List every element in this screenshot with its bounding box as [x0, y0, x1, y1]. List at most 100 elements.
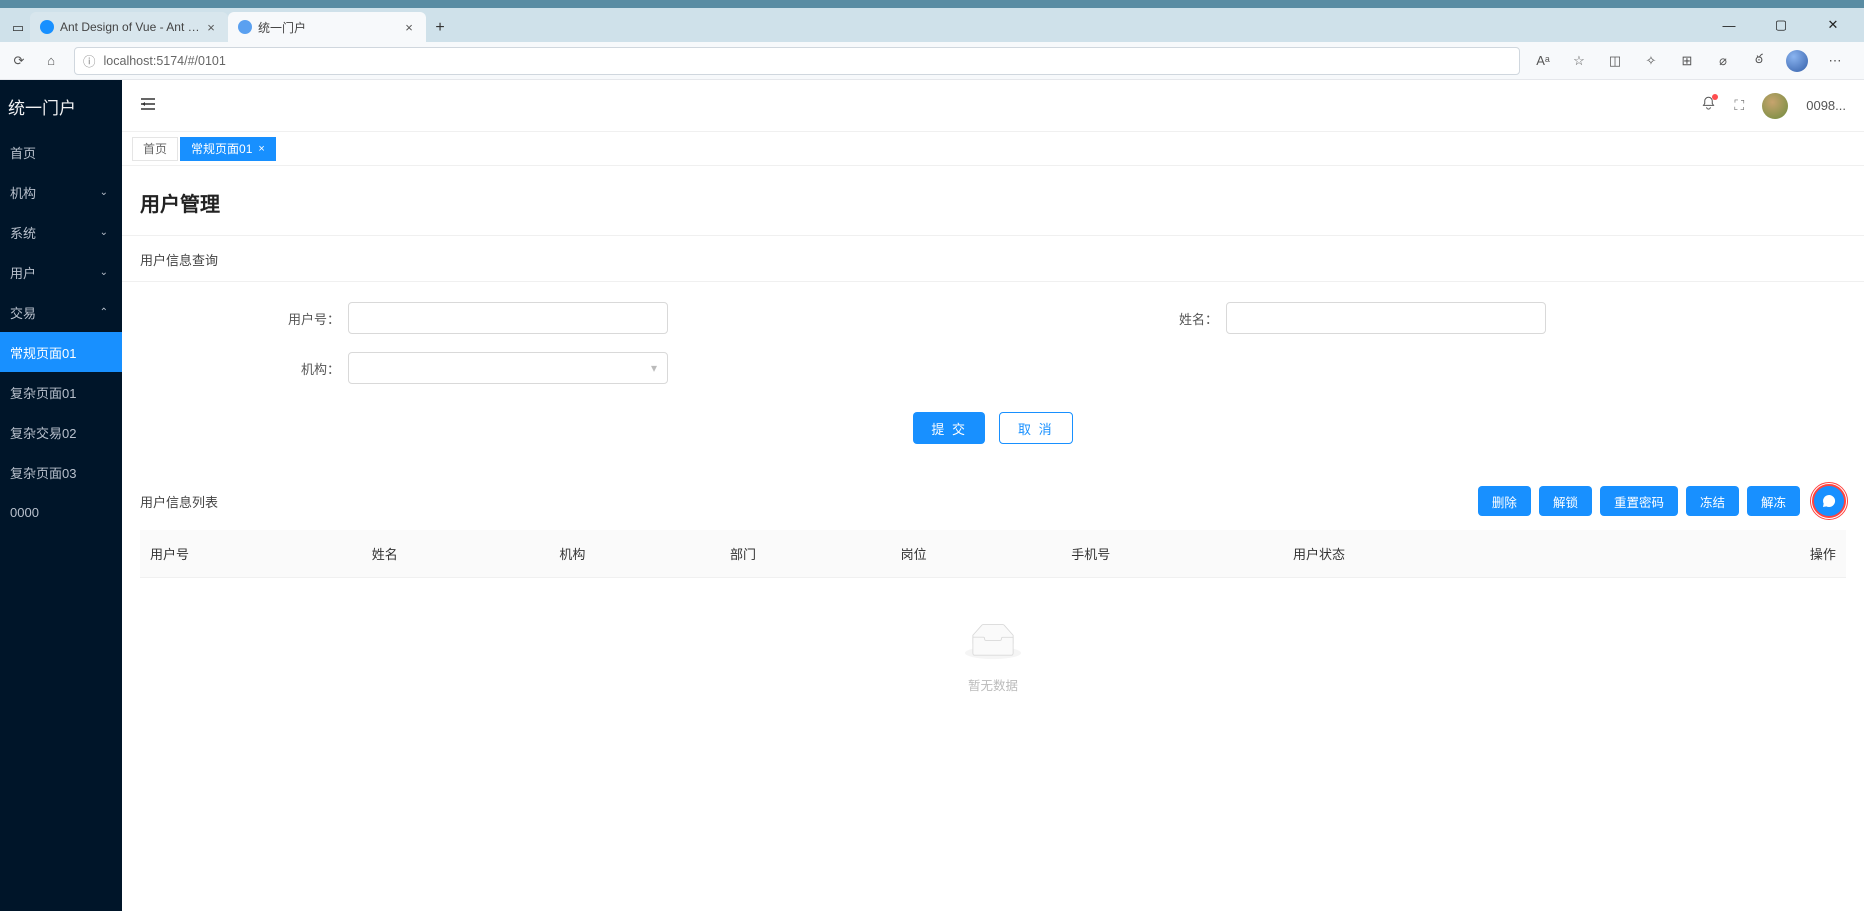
sidebar-item[interactable]: 复杂页面01: [0, 372, 122, 412]
sidebar-item[interactable]: 常规页面01: [0, 332, 122, 372]
chevron-down-icon: ⌄: [100, 187, 108, 198]
profile-avatar-icon[interactable]: [1786, 50, 1808, 72]
browser-toolbar-right: Aᵃ ☆ ◫ ✧ ⊞ ⌀ ఠ ⋯: [1534, 50, 1854, 72]
split-screen-icon[interactable]: ◫: [1606, 53, 1624, 69]
favorites-bar-icon[interactable]: ✧: [1642, 53, 1660, 69]
sidebar-item-label: 0000: [10, 505, 39, 520]
url-text: localhost:5174/#/0101: [104, 54, 226, 68]
sidebar-item[interactable]: 首页: [0, 132, 122, 172]
page-tab-label: 常规页面01: [191, 140, 252, 157]
tab-close-icon[interactable]: ×: [204, 20, 218, 35]
sidebar-item[interactable]: 系统⌄: [0, 212, 122, 252]
browser-tab-inactive[interactable]: Ant Design of Vue - Ant Design ×: [30, 12, 228, 42]
empty-icon: [965, 622, 1021, 662]
refresh-icon[interactable]: ⟳: [10, 53, 28, 69]
collections-icon[interactable]: ⊞: [1678, 53, 1696, 69]
table-empty-state: 暂无数据: [140, 578, 1846, 734]
sidebar-item-label: 复杂交易02: [10, 423, 76, 442]
read-aloud-icon[interactable]: Aᵃ: [1534, 53, 1552, 68]
browser-tools-icon[interactable]: ⌀: [1714, 53, 1732, 69]
reset-password-button[interactable]: 重置密码: [1600, 486, 1678, 516]
table-column-header: 岗位: [891, 530, 1062, 577]
name-input[interactable]: [1226, 302, 1546, 334]
sidebar-item[interactable]: 复杂交易02: [0, 412, 122, 452]
table-column-header: 部门: [720, 530, 891, 577]
sidebar: 统一门户 首页机构⌄系统⌄用户⌄交易⌃常规页面01复杂页面01复杂交易02复杂页…: [0, 80, 122, 911]
float-action-button[interactable]: [1812, 484, 1846, 518]
user-no-input[interactable]: [348, 302, 668, 334]
list-section-title: 用户信息列表: [140, 492, 218, 511]
chevron-down-icon: ⌄: [100, 267, 108, 278]
sidebar-item[interactable]: 0000: [0, 492, 122, 532]
url-input[interactable]: ⓘ localhost:5174/#/0101: [74, 47, 1520, 75]
sidebar-menu: 首页机构⌄系统⌄用户⌄交易⌃常规页面01复杂页面01复杂交易02复杂页面0300…: [0, 132, 122, 532]
content: 用户管理 用户信息查询 用户号： 姓名： 机构：: [122, 166, 1864, 911]
sidebar-item-label: 首页: [10, 143, 36, 162]
favicon-icon: [238, 20, 252, 34]
notification-bell-icon[interactable]: [1701, 96, 1716, 115]
chevron-down-icon: ⌄: [100, 227, 108, 238]
name-label: 姓名：: [1118, 309, 1226, 328]
cancel-button[interactable]: 取 消: [999, 412, 1073, 444]
table-column-header: 姓名: [362, 530, 550, 577]
sidebar-item[interactable]: 用户 ⌄: [0, 252, 122, 292]
new-tab-button[interactable]: +: [426, 14, 454, 42]
freeze-button[interactable]: 冻结: [1686, 486, 1739, 516]
username-label[interactable]: 0098...: [1806, 98, 1846, 113]
org-select[interactable]: ▾: [348, 352, 668, 384]
sidebar-item-label: 交易: [10, 303, 36, 322]
table-column-header: 机构: [549, 530, 720, 577]
topbar: ⛶ 0098...: [122, 80, 1864, 132]
tab-close-icon[interactable]: ×: [402, 20, 416, 35]
user-no-label: 用户号：: [240, 309, 348, 328]
maximize-icon[interactable]: ▢: [1764, 17, 1798, 33]
sidebar-item-label: 机构: [10, 183, 36, 202]
unlock-button[interactable]: 解锁: [1539, 486, 1592, 516]
query-form: 用户号： 姓名： 机构： ▾: [122, 282, 1864, 472]
fullscreen-icon[interactable]: ⛶: [1734, 97, 1744, 114]
browser-tab-active[interactable]: 统一门户 ×: [228, 12, 426, 42]
favicon-icon: [40, 20, 54, 34]
submit-button[interactable]: 提 交: [913, 412, 985, 444]
user-avatar-icon[interactable]: [1762, 93, 1788, 119]
page-tabs: 首页 常规页面01 ×: [122, 132, 1864, 166]
page-tab-label: 首页: [143, 140, 167, 157]
form-actions: 提 交 取 消: [140, 402, 1846, 466]
unfreeze-button[interactable]: 解冻: [1747, 486, 1800, 516]
sidebar-item[interactable]: 机构 ⌄: [0, 172, 122, 212]
table-column-header: 用户状态: [1283, 530, 1658, 577]
site-info-icon[interactable]: ⓘ: [83, 51, 96, 70]
org-label: 机构：: [240, 359, 348, 378]
table-column-header: 用户号: [140, 530, 362, 577]
table-column-header: 操作: [1658, 530, 1846, 577]
sidebar-item[interactable]: 交易 ⌃: [0, 292, 122, 332]
home-icon[interactable]: ⌂: [42, 53, 60, 68]
app-container: 统一门户 首页机构⌄系统⌄用户⌄交易⌃常规页面01复杂页面01复杂交易02复杂页…: [0, 80, 1864, 911]
table: 用户号姓名机构部门岗位手机号用户状态操作 暂无数据: [122, 530, 1864, 752]
window-controls: ― ▢ ✕: [1698, 8, 1864, 42]
more-icon[interactable]: ⋯: [1826, 53, 1844, 69]
chevron-down-icon: ▾: [651, 361, 657, 375]
tab-close-icon[interactable]: ×: [258, 143, 264, 155]
page-title: 用户管理: [122, 166, 1864, 236]
chat-icon: [1821, 493, 1837, 509]
page-tab-home[interactable]: 首页: [132, 137, 178, 161]
menu-fold-icon[interactable]: [140, 96, 156, 116]
delete-button[interactable]: 删除: [1478, 486, 1531, 516]
window-top-border: [0, 0, 1864, 8]
sidebar-item-label: 常规页面01: [10, 343, 76, 362]
browser-tab-title: 统一门户: [258, 19, 402, 36]
chevron-up-icon: ⌃: [100, 307, 108, 318]
favorite-icon[interactable]: ☆: [1570, 53, 1588, 69]
topbar-right: ⛶ 0098...: [1701, 93, 1846, 119]
tab-actions-icon[interactable]: ▭: [6, 14, 30, 42]
sidebar-item-label: 用户: [10, 263, 36, 282]
minimize-icon[interactable]: ―: [1712, 18, 1746, 33]
close-icon[interactable]: ✕: [1816, 17, 1850, 33]
browser-tab-strip: ▭ Ant Design of Vue - Ant Design × 统一门户 …: [0, 8, 1864, 42]
query-section-title: 用户信息查询: [122, 236, 1864, 282]
extensions-icon[interactable]: ఠ: [1750, 51, 1768, 70]
sidebar-item-label: 复杂页面01: [10, 383, 76, 402]
sidebar-item[interactable]: 复杂页面03: [0, 452, 122, 492]
page-tab-active[interactable]: 常规页面01 ×: [180, 137, 276, 161]
